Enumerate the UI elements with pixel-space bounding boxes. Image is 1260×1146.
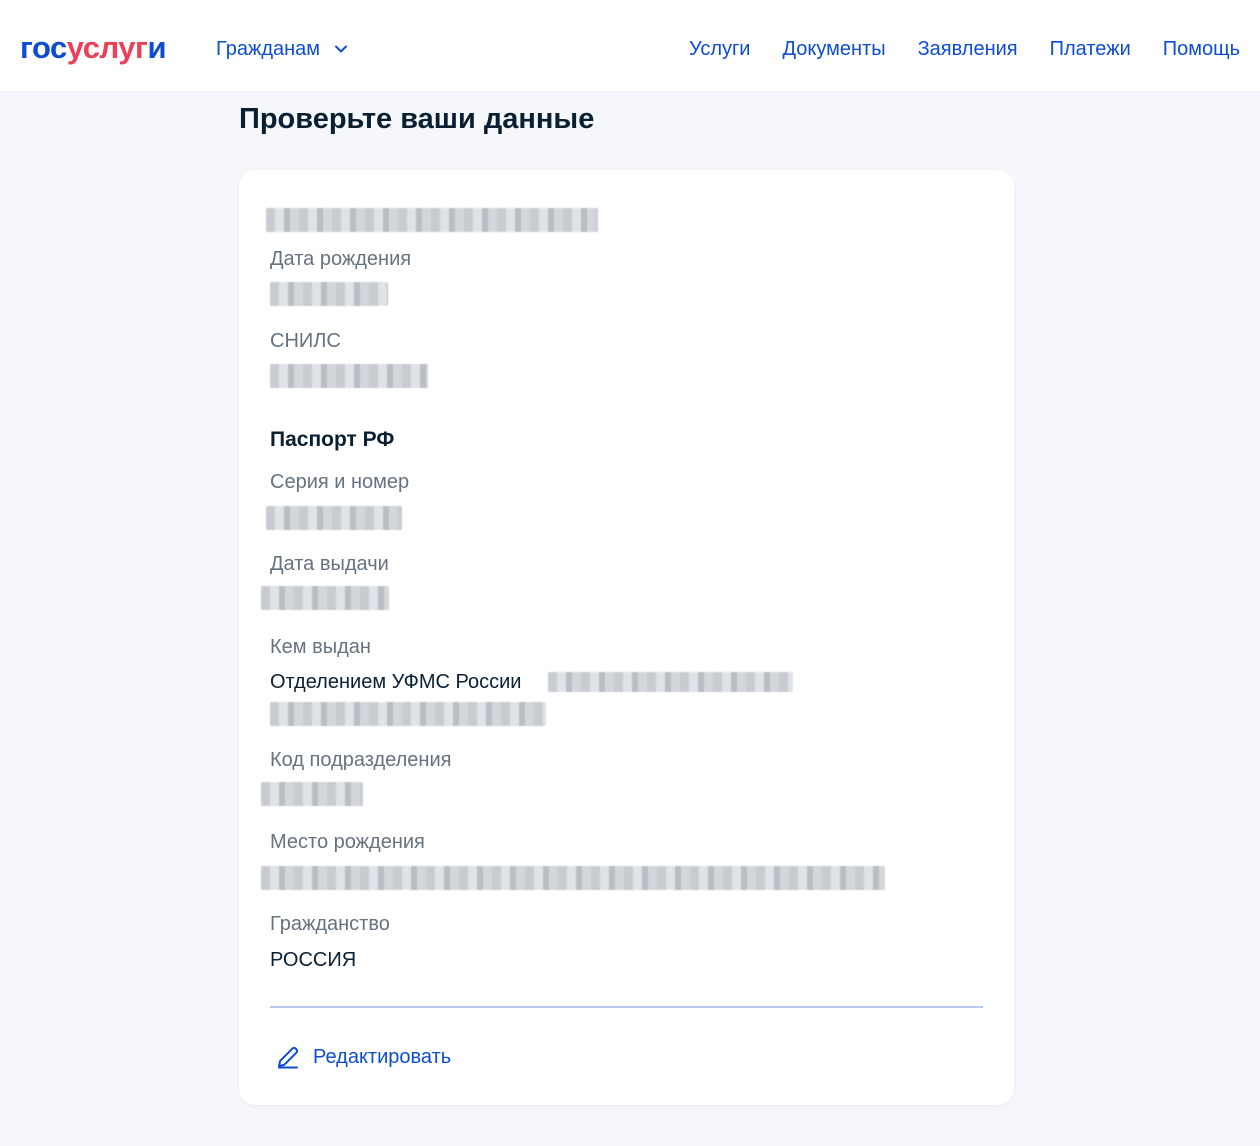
issued-by-value: Отделением УФМС России <box>270 671 522 693</box>
audience-dropdown[interactable]: Гражданам <box>216 36 348 62</box>
pencil-icon <box>278 1046 299 1069</box>
gosuslugi-logo[interactable]: госуслуги <box>20 30 166 66</box>
main-nav: Услуги Документы Заявления Платежи Помощ… <box>689 36 1240 62</box>
series-number-label: Серия и номер <box>270 471 410 493</box>
page-title: Проверьте ваши данные <box>239 103 595 135</box>
nav-services[interactable]: Услуги <box>689 36 751 62</box>
card-divider <box>270 1006 983 1008</box>
nav-applications[interactable]: Заявления <box>918 36 1018 62</box>
issue-date-label: Дата выдачи <box>270 553 389 575</box>
passport-section-title: Паспорт РФ <box>270 428 395 451</box>
birth-place-label: Место рождения <box>270 831 425 853</box>
personal-data-card: Дата рождения СНИЛС Паспорт РФ Серия и н… <box>239 170 1014 1105</box>
top-header: госуслуги Гражданам Услуги Документы Зая… <box>0 0 1260 92</box>
series-number-redacted <box>266 506 402 530</box>
nav-help[interactable]: Помощь <box>1163 36 1240 62</box>
edit-label: Редактировать <box>313 1046 452 1068</box>
audience-label: Гражданам <box>216 38 321 60</box>
full-name-redacted <box>266 208 598 232</box>
unit-code-label: Код подразделения <box>270 749 452 771</box>
citizenship-value: РОССИЯ <box>270 949 357 971</box>
unit-code-redacted <box>261 782 363 806</box>
nav-payments[interactable]: Платежи <box>1050 36 1131 62</box>
chevron-down-icon <box>335 45 348 53</box>
citizenship-label: Гражданство <box>270 913 390 935</box>
birth-date-label: Дата рождения <box>270 248 412 270</box>
issued-by-redacted-1 <box>548 672 793 692</box>
issued-by-redacted-2 <box>270 702 546 726</box>
issued-by-label: Кем выдан <box>270 636 371 658</box>
edit-button[interactable]: Редактировать <box>275 1044 451 1070</box>
snils-redacted <box>270 364 428 388</box>
birth-place-redacted <box>261 866 885 890</box>
nav-documents[interactable]: Документы <box>782 36 885 62</box>
issue-date-redacted <box>261 586 389 610</box>
birth-date-redacted <box>270 282 388 306</box>
snils-label: СНИЛС <box>270 330 341 352</box>
